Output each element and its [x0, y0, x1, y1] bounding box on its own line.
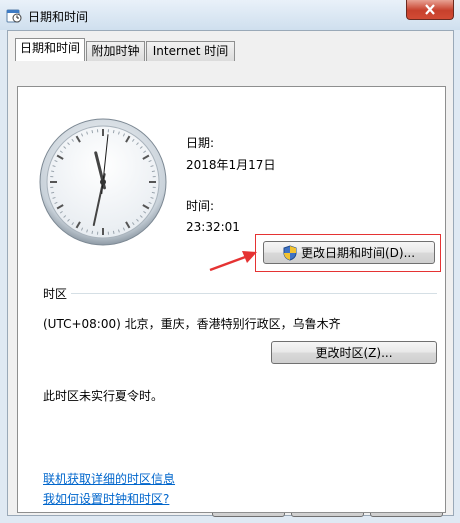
timezone-divider	[71, 293, 437, 294]
tab-panel: 日期: 2018年1月17日 时间: 23:32:01 更改日期和时间(D)..…	[17, 86, 446, 513]
date-time-app-icon	[6, 9, 22, 23]
date-value: 2018年1月17日	[186, 158, 276, 172]
time-value: 23:32:01	[186, 220, 240, 234]
clock-center	[100, 179, 106, 185]
tab-additional-clocks[interactable]: 附加时钟	[86, 41, 145, 61]
clock-minor-tick	[151, 170, 155, 173]
online-timezone-info-link[interactable]: 联机获取详细的时区信息	[43, 470, 175, 487]
change-date-time-button[interactable]: 更改日期和时间(D)...	[263, 241, 435, 264]
analog-clock	[39, 118, 167, 246]
clock-minor-tick	[51, 170, 55, 173]
change-timezone-button[interactable]: 更改时区(Z)...	[271, 341, 437, 364]
clock-minor-tick	[51, 191, 55, 194]
close-icon	[425, 4, 435, 15]
dst-note: 此时区未实行夏令时。	[43, 389, 164, 403]
change-date-time-label: 更改日期和时间(D)...	[300, 246, 416, 260]
close-button[interactable]	[406, 0, 454, 20]
timezone-value: (UTC+08:00) 北京，重庆，香港特别行政区，乌鲁木齐	[43, 317, 341, 331]
title-bar: 日期和时间	[0, 0, 460, 30]
clock-minor-tick	[112, 130, 115, 134]
tab-internet-time[interactable]: Internet 时间	[146, 41, 235, 61]
clock-minor-tick	[151, 191, 155, 194]
clock-minor-tick	[91, 230, 94, 234]
date-label: 日期:	[186, 136, 215, 150]
timezone-heading: 时区	[43, 287, 68, 301]
annotation-arrow-icon	[209, 251, 257, 272]
time-label: 时间:	[186, 199, 215, 213]
how-to-set-clock-link[interactable]: 我如何设置时钟和时区?	[43, 490, 169, 507]
dialog-body: 日期和时间 附加时钟 Internet 时间 日期: 2018年1月17日 时间…	[7, 30, 454, 517]
clock-minor-tick	[112, 230, 115, 234]
tab-date-time[interactable]: 日期和时间	[15, 38, 85, 61]
clock-minor-tick	[91, 130, 94, 134]
window-title: 日期和时间	[28, 10, 89, 24]
shield-icon	[283, 244, 297, 261]
